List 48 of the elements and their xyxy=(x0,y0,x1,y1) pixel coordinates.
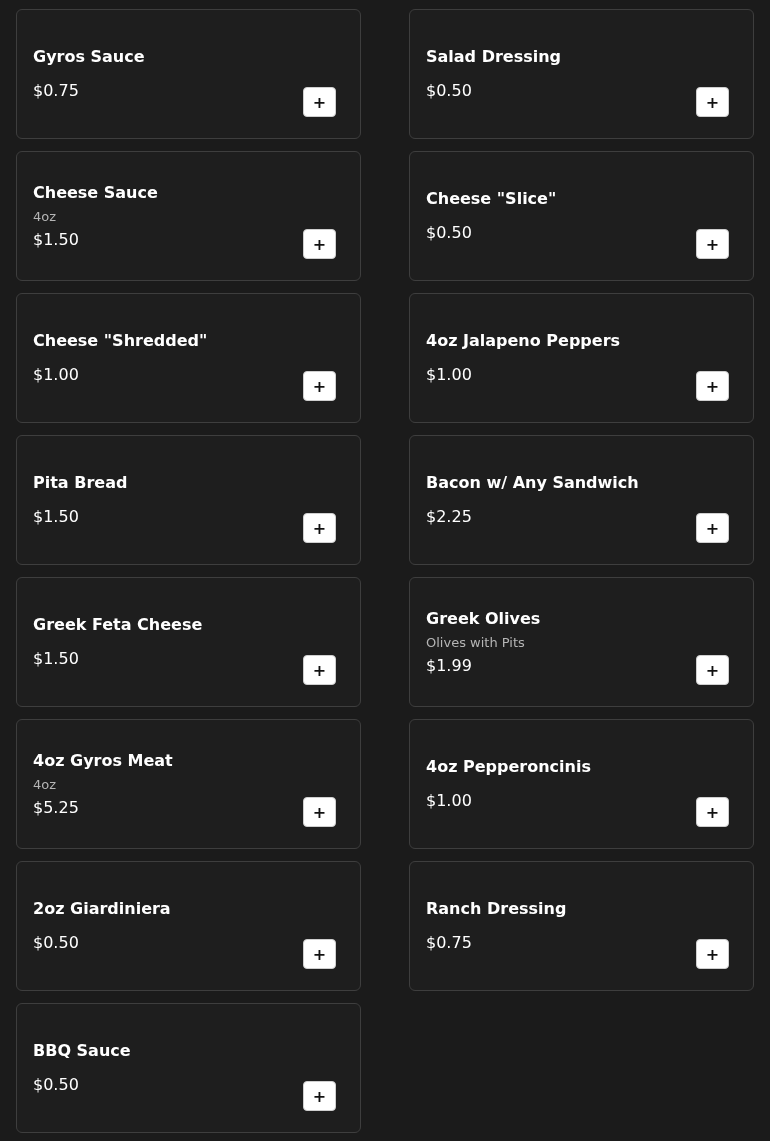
add-button[interactable]: + xyxy=(696,229,729,259)
item-price: $1.00 xyxy=(426,365,473,385)
item-name: Bacon w/ Any Sandwich xyxy=(426,473,640,493)
add-button[interactable]: + xyxy=(696,939,729,969)
add-button[interactable]: + xyxy=(303,229,336,259)
item-price: $1.00 xyxy=(426,791,473,811)
item-price: $0.75 xyxy=(33,81,80,101)
item-name: Cheese "Shredded" xyxy=(33,331,209,351)
add-button[interactable]: + xyxy=(303,797,336,827)
add-button[interactable]: + xyxy=(696,655,729,685)
add-button[interactable]: + xyxy=(696,513,729,543)
add-button[interactable]: + xyxy=(303,655,336,685)
item-price: $2.25 xyxy=(426,507,473,527)
item-price: $5.25 xyxy=(33,797,80,818)
item-name: Pita Bread xyxy=(33,473,129,493)
add-button[interactable]: + xyxy=(303,87,336,117)
add-button[interactable]: + xyxy=(696,371,729,401)
add-button[interactable]: + xyxy=(696,87,729,117)
item-price: $0.50 xyxy=(33,1075,80,1095)
item-name: BBQ Sauce xyxy=(33,1041,132,1061)
item-name: Cheese "Slice" xyxy=(426,189,558,209)
item-price: $0.75 xyxy=(426,933,473,953)
add-button[interactable]: + xyxy=(303,513,336,543)
item-description: Olives with Pits xyxy=(426,634,526,651)
item-name: Cheese Sauce xyxy=(33,182,159,203)
item-name: 4oz Gyros Meat xyxy=(33,750,174,771)
item-name: Gyros Sauce xyxy=(33,47,146,67)
item-price: $1.50 xyxy=(33,507,80,527)
item-price: $0.50 xyxy=(33,933,80,953)
item-description: 4oz xyxy=(33,208,58,225)
item-name: 4oz Jalapeno Peppers xyxy=(426,331,622,351)
item-description: 4oz xyxy=(33,776,58,793)
item-price: $1.99 xyxy=(426,655,473,676)
item-name: Greek Feta Cheese xyxy=(33,615,204,635)
item-name: Salad Dressing xyxy=(426,47,563,67)
add-button[interactable]: + xyxy=(696,797,729,827)
item-price: $1.00 xyxy=(33,365,80,385)
add-button[interactable]: + xyxy=(303,939,336,969)
item-price: $1.50 xyxy=(33,229,80,250)
item-price: $0.50 xyxy=(426,81,473,101)
item-price: $1.50 xyxy=(33,649,80,669)
add-button[interactable]: + xyxy=(303,371,336,401)
item-name: 4oz Pepperoncinis xyxy=(426,757,592,777)
item-name: Ranch Dressing xyxy=(426,899,568,919)
item-name: 2oz Giardiniera xyxy=(33,899,172,919)
item-price: $0.50 xyxy=(426,223,473,243)
item-name: Greek Olives xyxy=(426,608,542,629)
add-button[interactable]: + xyxy=(303,1081,336,1111)
